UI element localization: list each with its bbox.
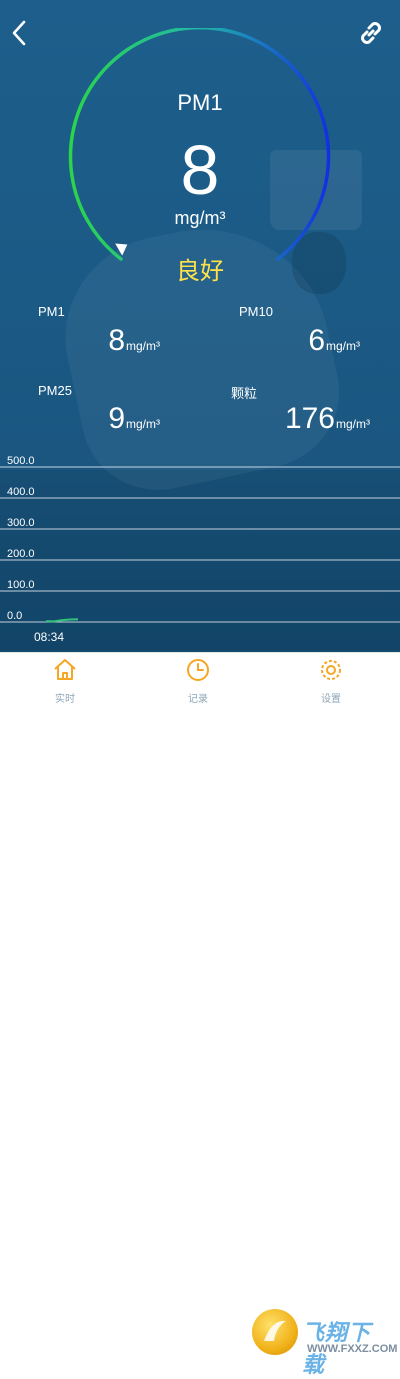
metric-pm25-value-group: 9mg/m³ <box>60 402 160 436</box>
metric-particles-label: 颗粒 <box>231 386 258 401</box>
metric-pm25-unit: mg/m³ <box>126 417 160 431</box>
tab-records[interactable]: 记录 <box>163 657 233 705</box>
metric-pm10-value: 6 <box>308 324 325 357</box>
watermark-badge <box>252 1309 298 1355</box>
tab-settings[interactable]: 设置 <box>296 657 366 705</box>
y-tick-label: 0.0 <box>7 610 22 622</box>
x-tick-label: 08:34 <box>34 630 64 644</box>
tab-realtime[interactable]: 实时 <box>30 657 100 705</box>
metric-pm1-value-group: 8mg/m³ <box>60 324 160 358</box>
y-tick-label: 300.0 <box>7 517 35 529</box>
home-icon <box>30 657 100 688</box>
metric-pm25-label: PM25 <box>38 383 72 398</box>
gauge-value: 8 <box>180 131 220 209</box>
clock-icon <box>163 657 233 688</box>
metric-pm10-value-group: 6mg/m³ <box>260 324 360 358</box>
metric-pm1-unit: mg/m³ <box>126 339 160 353</box>
tab-settings-label: 设置 <box>321 694 341 705</box>
gear-icon <box>296 657 366 688</box>
y-tick-label: 500.0 <box>7 455 35 467</box>
tab-realtime-label: 实时 <box>55 694 75 705</box>
metric-particles-value-group: 176mg/m³ <box>250 402 370 436</box>
realtime-screen: PM1 8 mg/m³ 良好 PM1 8mg/m³ PM10 6mg/m³ PM… <box>0 0 400 652</box>
watermark-logo: 飞翔下载 WWW.FXXZ.COM <box>252 1309 397 1377</box>
series-line <box>45 618 79 623</box>
y-tick-label: 400.0 <box>7 486 35 498</box>
history-chart: 500.0 400.0 300.0 200.0 100.0 0.0 08:34 <box>0 455 400 644</box>
bottom-tab-bar: 实时 记录 设置 飞翔下载 WWW.FXXZ.COM <box>0 652 400 1377</box>
metric-particles-value: 176 <box>284 402 335 435</box>
tab-records-label: 记录 <box>188 694 208 705</box>
watermark-url: WWW.FXXZ.COM <box>307 1343 398 1355</box>
y-tick-label: 200.0 <box>7 548 35 560</box>
y-tick-label: 100.0 <box>7 579 35 591</box>
back-icon[interactable] <box>6 16 34 50</box>
air-quality-status: 良好 <box>176 258 224 285</box>
gauge-unit: mg/m³ <box>174 208 226 228</box>
link-icon[interactable] <box>356 18 386 48</box>
metric-pm1-label: PM1 <box>38 304 65 319</box>
metric-particles-unit: mg/m³ <box>336 417 370 431</box>
metric-pm1-value: 8 <box>108 324 125 357</box>
metric-pm10-label: PM10 <box>239 304 273 319</box>
gauge-label: PM1 <box>177 90 223 115</box>
metric-pm10-unit: mg/m³ <box>326 339 360 353</box>
metric-pm25-value: 9 <box>108 402 125 435</box>
